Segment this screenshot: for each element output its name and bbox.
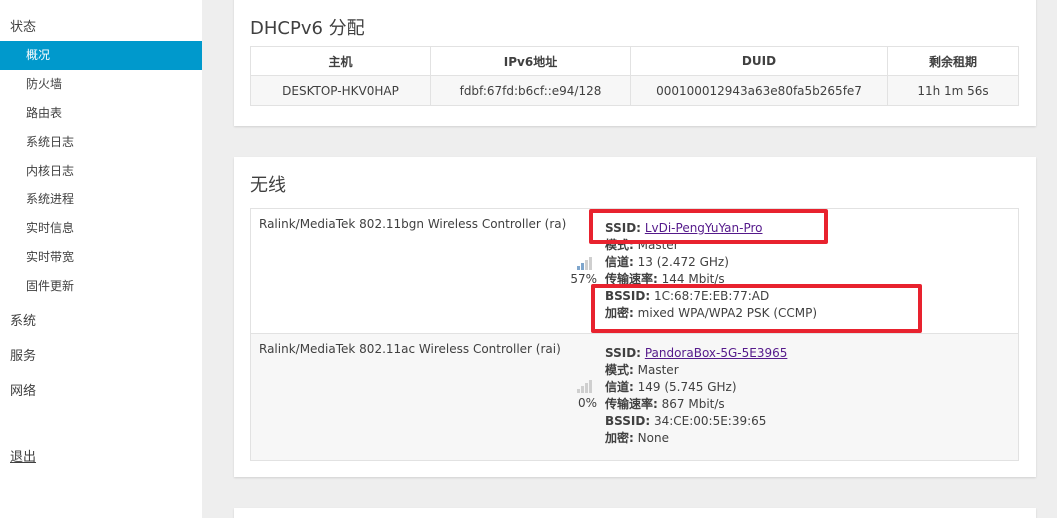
encryption-label: 加密:: [605, 431, 634, 445]
nav-firmware-upgrade[interactable]: 固件更新: [0, 272, 202, 301]
nav-firewall[interactable]: 防火墙: [0, 70, 202, 99]
ssid-label: SSID:: [605, 346, 641, 360]
wireless-device-row: Ralink/MediaTek 802.11ac Wireless Contro…: [250, 333, 1019, 461]
nav-processes[interactable]: 系统进程: [0, 185, 202, 214]
rate-label: 传输速率:: [605, 397, 658, 411]
col-host: 主机: [250, 46, 431, 76]
bssid-value: 34:CE:00:5E:39:65: [653, 414, 767, 428]
nav-realtime-info[interactable]: 实时信息: [0, 214, 202, 243]
next-card: [234, 508, 1036, 518]
ssid-link[interactable]: PandoraBox-5G-5E3965: [645, 346, 788, 360]
table-row: DESKTOP-HKV0HAP fdbf:67fd:b6cf::e94/128 …: [250, 75, 1019, 106]
cell-lease: 11h 1m 56s: [887, 75, 1019, 106]
channel-label: 信道:: [605, 255, 634, 269]
sidebar: 状态 概况 防火墙 路由表 系统日志 内核日志 系统进程 实时信息 实时带宽 固…: [0, 0, 202, 518]
device-info: SSID: PandoraBox-5G-5E3965 模式: Master 信道…: [605, 345, 787, 447]
dhcpv6-title: DHCPv6 分配: [250, 18, 365, 39]
dhcpv6-table: 主机 IPv6地址 DUID 剩余租期 DESKTOP-HKV0HAP fdbf…: [250, 46, 1019, 106]
nav-realtime-bandwidth[interactable]: 实时带宽: [0, 243, 202, 272]
highlight-box-ssid: [589, 209, 828, 244]
wireless-title: 无线: [250, 175, 286, 196]
channel-value: 149 (5.745 GHz): [637, 380, 737, 394]
device-name: Ralink/MediaTek 802.11bgn Wireless Contr…: [259, 217, 567, 231]
mode-value: Master: [637, 363, 679, 377]
cell-duid: 000100012943a63e80fa5b265fe7: [630, 75, 888, 106]
dhcpv6-card: DHCPv6 分配 主机 IPv6地址 DUID 剩余租期 DESKTOP-HK…: [234, 0, 1036, 126]
cell-ipv6: fdbf:67fd:b6cf::e94/128: [430, 75, 631, 106]
logout-link[interactable]: 退出: [10, 446, 36, 465]
bssid-label: BSSID:: [605, 414, 651, 428]
channel-value: 13 (2.472 GHz): [637, 255, 729, 269]
nav-network[interactable]: 网络: [10, 380, 36, 399]
col-ipv6: IPv6地址: [430, 46, 631, 76]
rate-value: 867 Mbit/s: [661, 397, 725, 411]
device-name: Ralink/MediaTek 802.11ac Wireless Contro…: [259, 342, 561, 356]
mode-label: 模式:: [605, 363, 634, 377]
cell-host: DESKTOP-HKV0HAP: [250, 75, 431, 106]
nav-system-log[interactable]: 系统日志: [0, 128, 202, 157]
col-duid: DUID: [630, 46, 888, 76]
nav-overview[interactable]: 概况: [0, 41, 202, 70]
nav-routes[interactable]: 路由表: [0, 99, 202, 128]
nav-kernel-log[interactable]: 内核日志: [0, 157, 202, 186]
signal-icon: [577, 379, 593, 393]
nav-system[interactable]: 系统: [10, 310, 36, 329]
encryption-value: None: [637, 431, 669, 445]
table-header-row: 主机 IPv6地址 DUID 剩余租期: [250, 46, 1019, 76]
col-lease: 剩余租期: [887, 46, 1019, 76]
highlight-box-bssid: [591, 284, 922, 333]
signal-icon: [577, 256, 593, 270]
nav-status[interactable]: 状态: [10, 16, 36, 35]
nav-services[interactable]: 服务: [10, 345, 36, 364]
signal-percent: 0%: [577, 396, 597, 410]
channel-label: 信道:: [605, 380, 634, 394]
